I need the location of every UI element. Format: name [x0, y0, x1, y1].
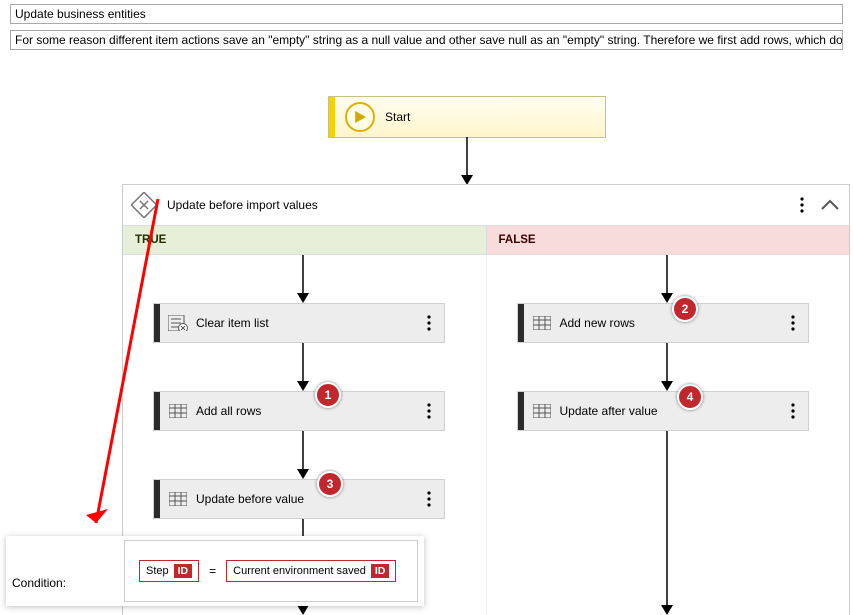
action-menu-button[interactable] [780, 310, 806, 336]
action-label: Add all rows [196, 404, 416, 418]
action-clear-item-list[interactable]: Clear item list [153, 303, 445, 343]
arrow [657, 431, 677, 615]
table-icon [166, 487, 190, 511]
play-icon [345, 102, 375, 132]
table-icon [530, 311, 554, 335]
condition-operator: = [209, 564, 216, 578]
arrow [293, 343, 313, 391]
table-icon [530, 399, 554, 423]
action-update-before-value[interactable]: Update before value [153, 479, 445, 519]
action-label: Add new rows [560, 316, 780, 330]
start-node[interactable]: Start [328, 96, 606, 138]
false-branch-header: FALSE [487, 226, 850, 254]
action-label: Update before value [196, 492, 416, 506]
action-add-all-rows[interactable]: Add all rows [153, 391, 445, 431]
start-label: Start [385, 110, 410, 124]
start-accent [329, 97, 335, 137]
container-header: Update before import values [123, 185, 849, 226]
true-branch-header: TRUE [123, 226, 487, 254]
action-update-after-value[interactable]: Update after value [517, 391, 809, 431]
badge-2: 2 [672, 296, 698, 322]
action-label: Clear item list [196, 316, 416, 330]
action-menu-button[interactable] [780, 398, 806, 424]
condition-rhs[interactable]: Current environment saved ID [226, 560, 396, 582]
arrow [657, 343, 677, 391]
action-menu-button[interactable] [416, 486, 442, 512]
condition-icon [129, 190, 159, 220]
badge-1: 1 [315, 382, 341, 408]
table-icon [166, 399, 190, 423]
badge-3: 3 [317, 471, 343, 497]
condition-label: Condition: [12, 576, 66, 590]
condition-panel: Condition: Step ID = Current environment… [6, 536, 424, 606]
condition-lhs[interactable]: Step ID [139, 560, 199, 582]
arrow-start-to-container [457, 137, 477, 185]
list-clear-icon [166, 311, 190, 335]
action-menu-button[interactable] [416, 398, 442, 424]
condition-expression[interactable]: Step ID = Current environment saved ID [124, 540, 418, 602]
title-field[interactable]: Update business entities [10, 4, 843, 24]
action-label: Update after value [560, 404, 780, 418]
collapse-button[interactable] [815, 190, 845, 220]
arrow [657, 255, 677, 303]
false-column: Add new rows Update after value [487, 255, 850, 615]
action-menu-button[interactable] [416, 310, 442, 336]
container-title: Update before import values [167, 198, 789, 212]
arrow [293, 255, 313, 303]
description-field[interactable]: For some reason different item actions s… [10, 30, 843, 50]
action-add-new-rows[interactable]: Add new rows [517, 303, 809, 343]
badge-4: 4 [677, 384, 703, 410]
container-menu-button[interactable] [789, 192, 815, 218]
arrow [293, 431, 313, 479]
